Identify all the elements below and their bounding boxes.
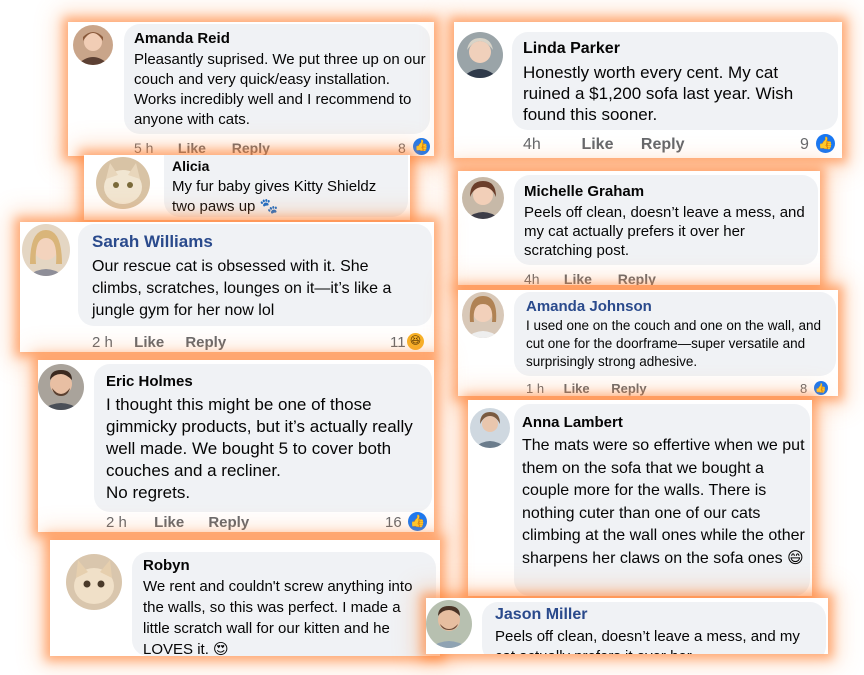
comment-actions: 4h Like Reply bbox=[523, 136, 684, 154]
comment-author[interactable]: Linda Parker bbox=[523, 40, 620, 58]
comment-time: 1 h bbox=[526, 381, 545, 396]
reply-button[interactable]: Reply bbox=[208, 514, 249, 531]
like-button[interactable]: Like bbox=[581, 136, 636, 154]
comment-text: Pleasantly suprised. We put three up on … bbox=[134, 51, 426, 128]
comment-author[interactable]: Jason Miller bbox=[495, 606, 587, 624]
like-button[interactable]: Like bbox=[154, 514, 204, 531]
comment-actions: 4h Like Reply bbox=[524, 271, 656, 285]
avatar[interactable] bbox=[426, 600, 472, 648]
comment-time: 5 h bbox=[134, 140, 154, 156]
reaction-count[interactable]: 9 bbox=[800, 136, 809, 154]
reply-button[interactable]: Reply bbox=[185, 334, 226, 351]
comment-author[interactable]: Eric Holmes bbox=[106, 373, 193, 390]
comment-card-alicia: Alicia My fur baby gives Kitty Shieldz t… bbox=[84, 155, 410, 220]
avatar[interactable] bbox=[38, 364, 84, 410]
comment-actions: 2 h Like Reply bbox=[106, 514, 249, 531]
avatar[interactable] bbox=[457, 32, 503, 78]
like-reaction-icon: 👍 bbox=[413, 138, 430, 155]
comment-card-linda-parker: Linda Parker Honestly worth every cent. … bbox=[454, 22, 842, 158]
reply-button[interactable]: Reply bbox=[641, 136, 685, 154]
like-reaction-icon: 👍 bbox=[814, 381, 828, 395]
comment-author[interactable]: Alicia bbox=[172, 158, 209, 174]
comment-text: The mats were so effertive when we put t… bbox=[522, 437, 805, 567]
reply-button[interactable]: Reply bbox=[618, 271, 656, 285]
comment-card-anna-lambert: Anna Lambert The mats were so effertive … bbox=[468, 400, 812, 596]
comment-text: Peels off clean, doesn’t leave a mess, a… bbox=[495, 628, 800, 654]
comment-card-michelle-graham: Michelle Graham Peels off clean, doesn’t… bbox=[458, 171, 820, 285]
avatar[interactable] bbox=[96, 157, 150, 209]
comment-text: Our rescue cat is obsessed with it. She … bbox=[92, 258, 392, 319]
like-reaction-icon: 👍 bbox=[408, 512, 427, 531]
avatar[interactable] bbox=[462, 292, 504, 338]
comment-card-sarah-williams: Sarah Williams Our rescue cat is obsesse… bbox=[20, 222, 434, 352]
comment-author[interactable]: Michelle Graham bbox=[524, 183, 644, 200]
comment-actions: 5 h Like Reply bbox=[134, 140, 270, 156]
comment-card-amanda-johnson: Amanda Johnson I used one on the couch a… bbox=[458, 290, 838, 396]
comment-text: Peels off clean, doesn’t leave a mess, a… bbox=[524, 204, 805, 259]
reply-button[interactable]: Reply bbox=[611, 381, 646, 396]
comment-text: I used one on the couch and one on the w… bbox=[526, 318, 821, 369]
comment-time: 4h bbox=[523, 136, 541, 153]
comment-author[interactable]: Amanda Johnson bbox=[526, 298, 652, 315]
like-reaction-icon: 👍 bbox=[816, 134, 835, 153]
reaction-count[interactable]: 16 bbox=[385, 514, 402, 531]
avatar[interactable] bbox=[22, 224, 70, 276]
comment-author[interactable]: Robyn bbox=[143, 557, 190, 574]
comment-time: 2 h bbox=[92, 334, 113, 351]
comment-time: 2 h bbox=[106, 514, 127, 531]
comment-text: My fur baby gives Kitty Shieldz two paws… bbox=[172, 178, 377, 215]
laugh-reaction-icon: 😆 bbox=[407, 333, 424, 350]
comment-card-jason-miller: Jason Miller Peels off clean, doesn’t le… bbox=[426, 598, 828, 654]
comment-actions: 1 h Like Reply bbox=[526, 381, 647, 396]
avatar[interactable] bbox=[470, 408, 510, 448]
reply-button[interactable]: Reply bbox=[232, 140, 270, 156]
reaction-count[interactable]: 8 bbox=[398, 140, 406, 156]
like-button[interactable]: Like bbox=[178, 140, 228, 156]
comment-card-amanda-reid: Amanda Reid Pleasantly suprised. We put … bbox=[68, 22, 434, 156]
comment-time: 4h bbox=[524, 271, 540, 285]
reaction-count[interactable]: 11 bbox=[390, 334, 406, 351]
avatar[interactable] bbox=[66, 554, 122, 610]
comment-author[interactable]: Sarah Williams bbox=[92, 232, 213, 252]
comment-author[interactable]: Anna Lambert bbox=[522, 414, 623, 431]
comment-actions: 2 h Like Reply bbox=[92, 334, 226, 351]
like-button[interactable]: Like bbox=[134, 334, 181, 351]
comment-card-robyn: Robyn We rent and couldn't screw anythin… bbox=[50, 540, 440, 656]
comment-author[interactable]: Amanda Reid bbox=[134, 30, 230, 47]
reaction-count[interactable]: 8 bbox=[800, 381, 807, 396]
comment-text: I thought this might be one of those gim… bbox=[106, 395, 413, 502]
comment-text: Honestly worth every cent. My cat ruined… bbox=[523, 63, 794, 124]
comment-card-eric-holmes: Eric Holmes I thought this might be one … bbox=[38, 360, 434, 532]
comment-text: We rent and couldn't screw anything into… bbox=[143, 578, 413, 656]
avatar[interactable] bbox=[73, 25, 113, 65]
like-button[interactable]: Like bbox=[564, 381, 608, 396]
avatar[interactable] bbox=[462, 177, 504, 219]
like-button[interactable]: Like bbox=[564, 271, 614, 285]
